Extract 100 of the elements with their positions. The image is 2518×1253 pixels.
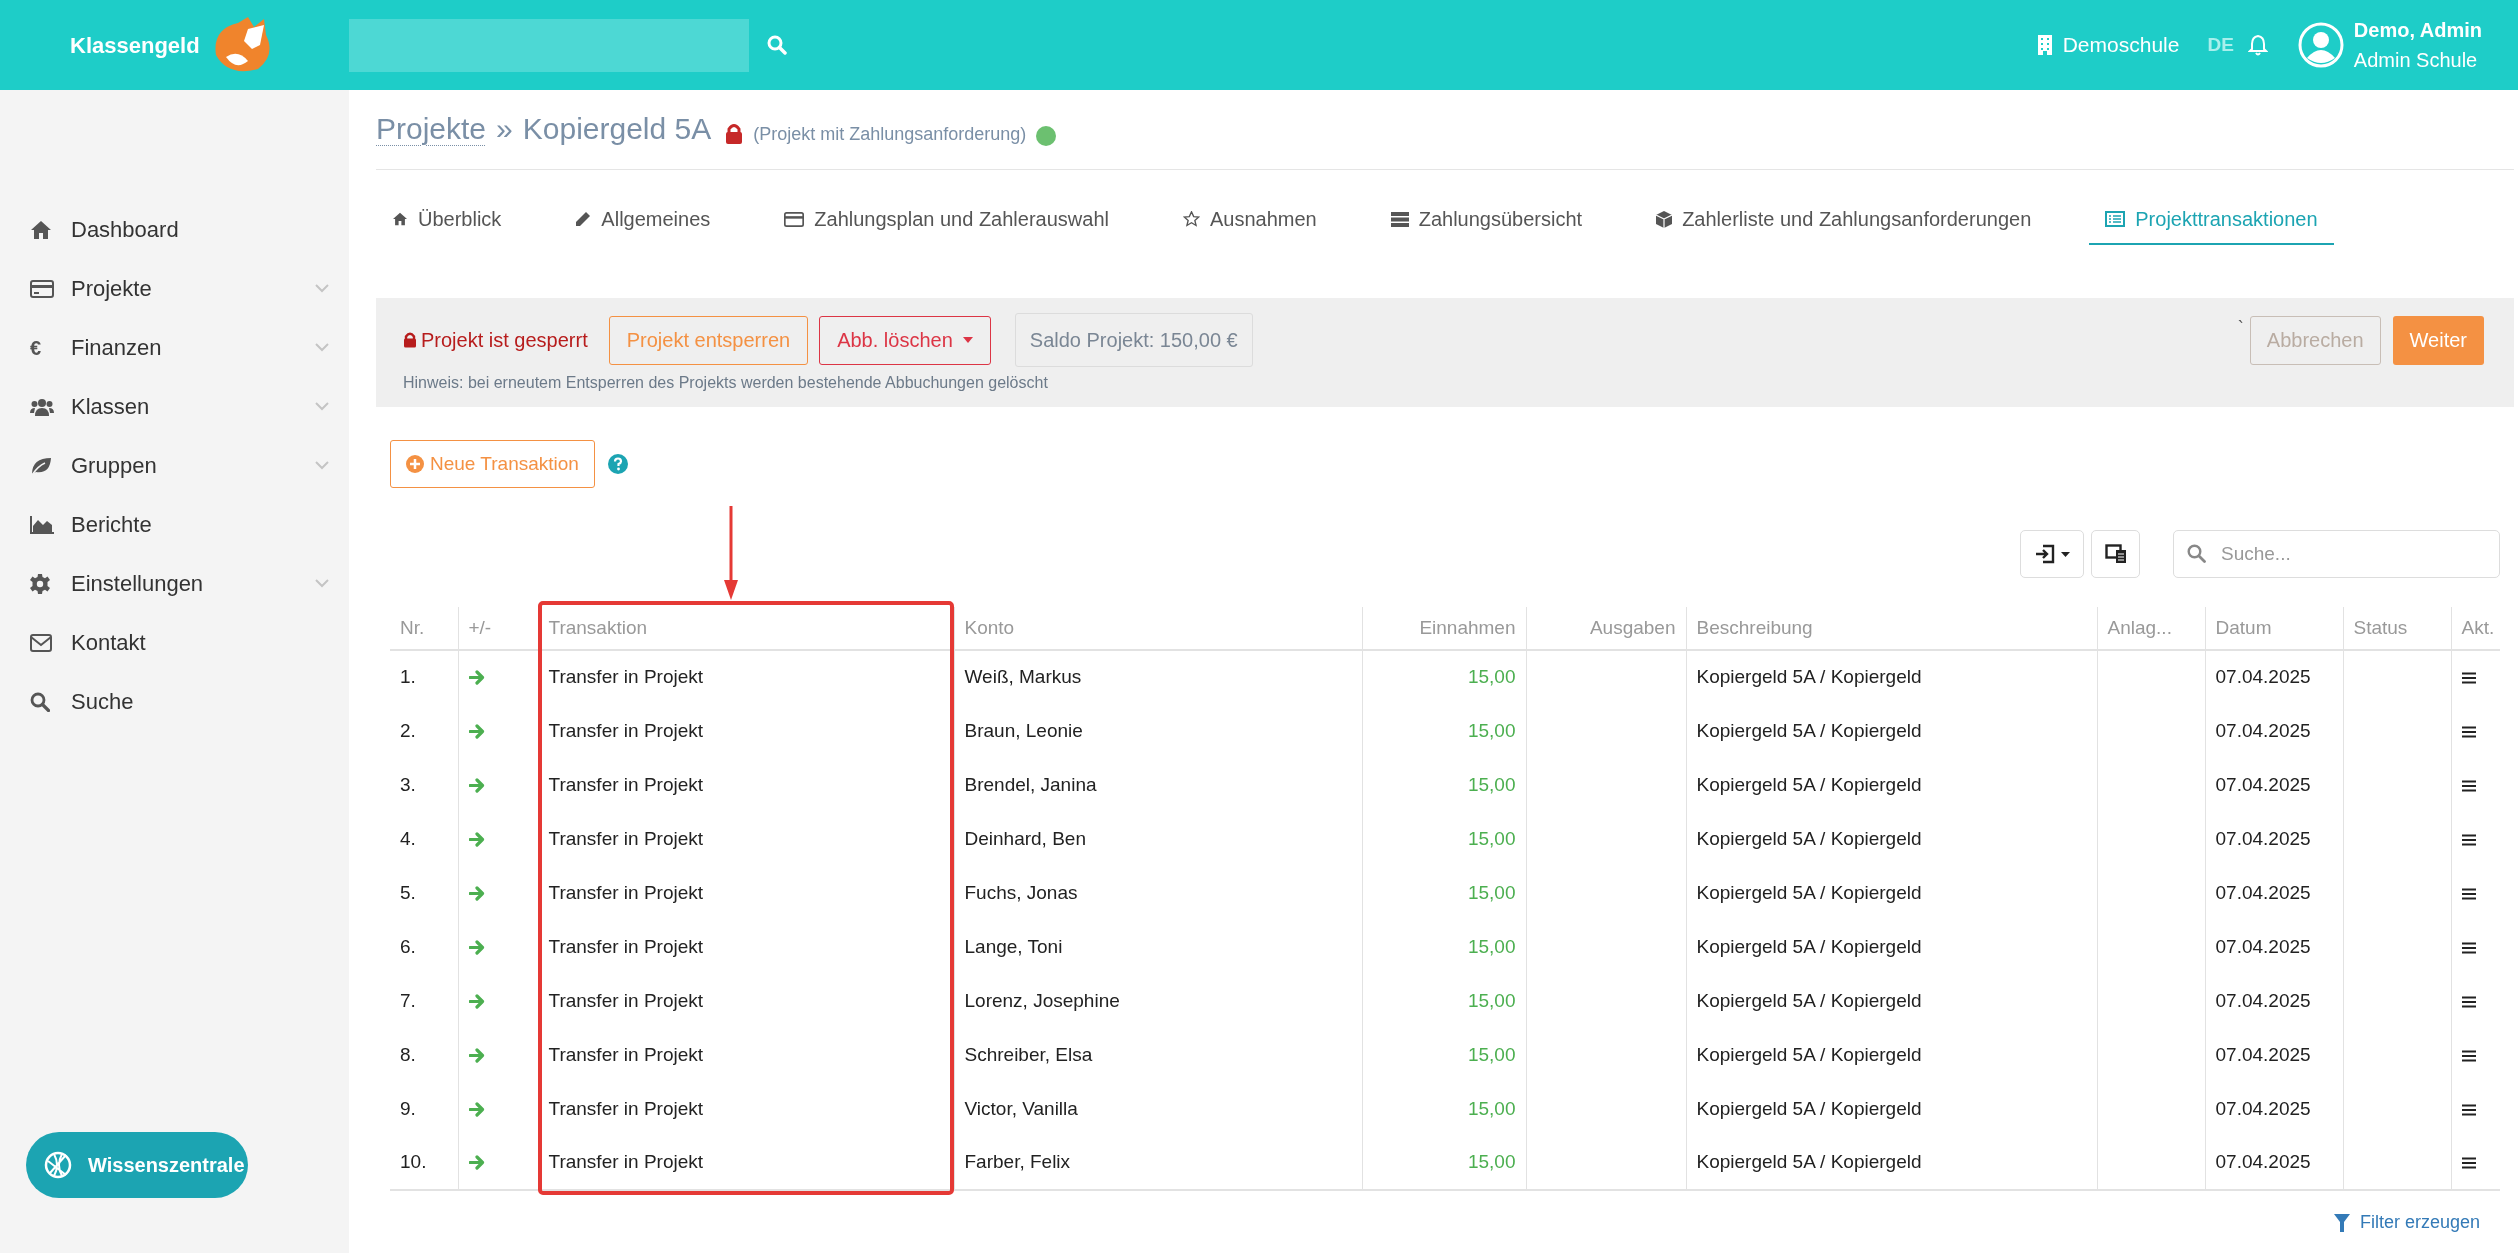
column-header[interactable]: Akt. xyxy=(2461,616,2495,638)
table-search-field[interactable]: Suche... xyxy=(2173,530,2500,578)
table-cell: 9. xyxy=(400,1097,416,1119)
column-header[interactable]: Ausgaben xyxy=(1589,616,1676,638)
sidebar-item[interactable]: Projekte xyxy=(71,272,152,305)
table-cell: 15,00 xyxy=(1467,827,1516,849)
menu-icon[interactable] xyxy=(2461,725,2476,738)
tab[interactable]: Allgemeines xyxy=(559,195,727,245)
table-cell: Kopiergeld 5A / Kopiergeld xyxy=(1696,773,1922,795)
table-cell: 4. xyxy=(400,827,416,849)
column-header[interactable]: Nr. xyxy=(400,616,425,638)
star-icon xyxy=(1182,211,1200,227)
menu-icon[interactable] xyxy=(2461,1157,2476,1170)
help-icon[interactable] xyxy=(607,454,628,474)
column-header[interactable]: Anlag... xyxy=(2107,616,2172,638)
unlock-button[interactable]: Projekt entsperren xyxy=(608,315,809,365)
sidebar-item[interactable]: Einstellungen xyxy=(71,567,204,600)
tab[interactable]: Projekttransaktionen xyxy=(2089,195,2334,245)
sidebar-item[interactable]: Suche xyxy=(71,685,134,718)
menu-icon[interactable] xyxy=(2461,833,2476,846)
column-header[interactable]: Einnahmen xyxy=(1419,616,1516,638)
tab[interactable]: Ausnahmen xyxy=(1166,195,1333,245)
arrow-right-icon xyxy=(468,1101,485,1117)
column-header[interactable]: +/- xyxy=(468,616,492,638)
envelope-icon xyxy=(30,633,52,652)
column-header[interactable]: Datum xyxy=(2215,616,2272,638)
table-cell: Transfer in Projekt xyxy=(548,1151,703,1173)
house-icon xyxy=(30,219,52,240)
euro-icon: € xyxy=(30,332,56,363)
menu-icon[interactable] xyxy=(2461,1049,2476,1062)
search-field[interactable] xyxy=(349,18,749,72)
table-cell: 07.04.2025 xyxy=(2215,719,2311,741)
tab[interactable]: Zahlungsplan und Zahlerauswahl xyxy=(768,195,1125,245)
table-cell: Fuchs, Jonas xyxy=(964,881,1078,903)
arrow-right-icon xyxy=(468,831,485,847)
column-header[interactable]: Status xyxy=(2353,616,2408,638)
server-icon xyxy=(1390,211,1409,227)
tab[interactable]: Zahlungsübersicht xyxy=(1374,195,1599,245)
users-icon xyxy=(30,397,54,416)
table-cell: 10. xyxy=(400,1151,427,1173)
table-cell: 15,00 xyxy=(1467,1151,1516,1173)
sidebar-item[interactable]: Berichte xyxy=(71,508,152,541)
table-cell: 07.04.2025 xyxy=(2215,1043,2311,1065)
table-cell: 07.04.2025 xyxy=(2215,989,2311,1011)
table-cell: Braun, Leonie xyxy=(964,719,1083,741)
language-switch[interactable]: DE xyxy=(2207,30,2234,60)
table-cell: 07.04.2025 xyxy=(2215,935,2311,957)
next-button[interactable]: Weiter xyxy=(2392,315,2484,365)
menu-icon[interactable] xyxy=(2461,941,2476,954)
caret-icon xyxy=(2060,551,2070,557)
column-header[interactable]: Beschreibung xyxy=(1696,616,1813,638)
filter-link[interactable]: Filter erzeugen xyxy=(2359,1209,2480,1236)
table-cell: Lange, Toni xyxy=(964,935,1063,957)
table-cell: Kopiergeld 5A / Kopiergeld xyxy=(1696,881,1922,903)
sidebar-item[interactable]: Finanzen xyxy=(71,331,162,364)
column-toggle-button[interactable] xyxy=(2091,530,2140,578)
table-cell: 07.04.2025 xyxy=(2215,1151,2311,1173)
table-cell: 15,00 xyxy=(1467,935,1516,957)
arrow-right-icon xyxy=(468,939,485,955)
menu-icon[interactable] xyxy=(2461,1103,2476,1116)
table-cell: 8. xyxy=(400,1043,416,1065)
table-cell: 15,00 xyxy=(1467,1097,1516,1119)
menu-icon[interactable] xyxy=(2461,779,2476,792)
menu-icon[interactable] xyxy=(2461,995,2476,1008)
sidebar-item[interactable]: Kontakt xyxy=(71,626,146,659)
new-transaction-button[interactable]: Neue Transaktion xyxy=(390,440,595,488)
table-cell: Transfer in Projekt xyxy=(548,935,703,957)
project-type-label: (Projekt mit Zahlungsanforderung) xyxy=(753,123,1027,146)
credit-card-icon xyxy=(30,279,54,298)
filter-icon xyxy=(2333,1213,2350,1232)
table-cell: 07.04.2025 xyxy=(2215,773,2311,795)
table-cell: 1. xyxy=(400,666,416,688)
menu-icon[interactable] xyxy=(2461,887,2476,900)
table-cell: Transfer in Projekt xyxy=(548,1097,703,1119)
area-chart-icon xyxy=(30,515,54,534)
arrow-right-icon xyxy=(468,885,485,901)
sidebar-item[interactable]: Klassen xyxy=(71,390,150,423)
knowledge-base-button[interactable]: Wissenszentrale xyxy=(26,1132,248,1198)
table-cell: 2. xyxy=(400,719,416,741)
tab[interactable]: Zahlerliste und Zahlungsanforderungen xyxy=(1640,195,2048,245)
tab[interactable]: Überblick xyxy=(376,195,518,245)
sidebar-item[interactable]: Dashboard xyxy=(71,213,179,246)
lock-icon xyxy=(725,123,744,145)
table-cell: Transfer in Projekt xyxy=(548,719,703,741)
user-role: Admin Schule xyxy=(2353,48,2479,73)
sidebar-item[interactable]: Gruppen xyxy=(71,449,157,482)
school-link[interactable]: Demoschule xyxy=(2062,29,2180,61)
import-icon xyxy=(2034,544,2055,564)
breadcrumb-link[interactable]: Projekte xyxy=(376,106,487,151)
table-cell: Kopiergeld 5A / Kopiergeld xyxy=(1696,935,1922,957)
arrow-right-icon xyxy=(468,670,485,685)
arrow-right-icon xyxy=(468,993,485,1009)
column-header[interactable]: Konto xyxy=(964,616,1015,638)
table-cell: 5. xyxy=(400,881,416,903)
table-cell: 15,00 xyxy=(1467,666,1516,688)
column-header[interactable]: Transaktion xyxy=(548,616,648,638)
building-icon xyxy=(2036,34,2053,56)
import-dropdown-button[interactable] xyxy=(2020,530,2084,578)
menu-icon[interactable] xyxy=(2461,672,2476,685)
delete-dropdown-button[interactable]: Abb. löschen xyxy=(819,315,991,365)
